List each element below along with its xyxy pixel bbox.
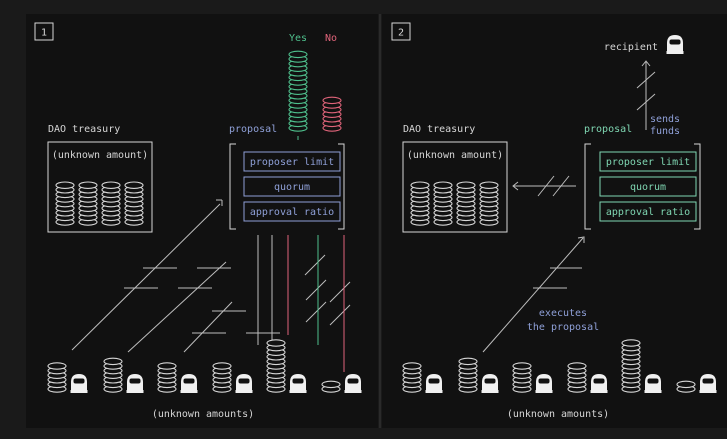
treasury-coin-stack bbox=[78, 181, 98, 226]
voter-coin-stack bbox=[266, 339, 286, 393]
vote-yes-label: Yes bbox=[289, 33, 307, 44]
voter-icon bbox=[644, 374, 662, 393]
sends-funds-label-line-2: funds bbox=[650, 126, 680, 137]
panel-1-number: 1 bbox=[41, 28, 47, 39]
treasury-coin-stack bbox=[101, 181, 121, 226]
dao-governance-diagram: 1 Yes No DAO treasury (unknown amount) p… bbox=[0, 0, 727, 435]
voter-icon bbox=[180, 374, 198, 393]
treasury-coin-stack bbox=[55, 181, 75, 226]
voter-icon bbox=[481, 374, 499, 393]
vote-no-label: No bbox=[325, 33, 337, 44]
voter-icon bbox=[344, 374, 362, 393]
voter-icon bbox=[699, 374, 717, 393]
panel-1-treasury-title: DAO treasury bbox=[48, 124, 120, 135]
voter-coin-stack bbox=[321, 380, 341, 393]
voter-icon bbox=[70, 374, 88, 393]
voter-coin-stack bbox=[402, 362, 422, 393]
panel-2-number: 2 bbox=[398, 28, 404, 39]
panel-2-treasury-amount: (unknown amount) bbox=[407, 150, 503, 161]
voter-icon bbox=[289, 374, 307, 393]
voter-icon bbox=[126, 374, 144, 393]
panel-1-approval-ratio: approval ratio bbox=[250, 207, 334, 218]
panel-2-proposal-title: proposal bbox=[584, 124, 632, 135]
voter-coin-stack bbox=[512, 362, 532, 393]
recipient-icon bbox=[666, 35, 684, 54]
executes-label-line-1: executes bbox=[539, 308, 587, 319]
treasury-coin-stack bbox=[456, 181, 476, 226]
treasury-coin-stack bbox=[124, 181, 144, 226]
voter-coin-stack bbox=[458, 357, 478, 393]
sends-funds-label-line-1: sends bbox=[650, 114, 680, 125]
panel-1-quorum: quorum bbox=[274, 182, 310, 193]
voter-coin-stack bbox=[47, 362, 67, 393]
panel-2-quorum: quorum bbox=[630, 182, 666, 193]
voter-coin-stack bbox=[212, 362, 232, 393]
no-vote-coin-stack bbox=[322, 96, 342, 132]
diagram-canvas: 1 Yes No DAO treasury (unknown amount) p… bbox=[26, 14, 727, 428]
panel-2-approval-ratio: approval ratio bbox=[606, 207, 690, 218]
panel-1-bottom-caption: (unknown amounts) bbox=[152, 409, 254, 420]
voter-icon bbox=[590, 374, 608, 393]
yes-coin-stack bbox=[288, 50, 308, 132]
panel-1-treasury-amount: (unknown amount) bbox=[52, 150, 148, 161]
voter-coin-stack bbox=[567, 362, 587, 393]
recipient-label: recipient bbox=[604, 42, 658, 53]
treasury-coin-stack bbox=[479, 181, 499, 226]
yes-vote-coin-stack bbox=[288, 50, 308, 132]
voter-coin-stack bbox=[676, 380, 696, 393]
voter-icon bbox=[235, 374, 253, 393]
panel-2-proposer-limit: proposer limit bbox=[606, 157, 690, 168]
voter-icon bbox=[425, 374, 443, 393]
panel-2-bottom-caption: (unknown amounts) bbox=[507, 409, 609, 420]
panel-1-proposal-title: proposal bbox=[229, 124, 277, 135]
panel-1-proposer-limit: proposer limit bbox=[250, 157, 334, 168]
treasury-coin-stack bbox=[433, 181, 453, 226]
voter-coin-stack bbox=[157, 362, 177, 393]
voter-coin-stack bbox=[621, 339, 641, 393]
no-coin-stack bbox=[322, 96, 342, 132]
voter-icon bbox=[535, 374, 553, 393]
voter-coin-stack bbox=[103, 357, 123, 393]
treasury-coin-stack bbox=[410, 181, 430, 226]
executes-label-line-2: the proposal bbox=[527, 322, 599, 333]
panel-2-treasury-title: DAO treasury bbox=[403, 124, 475, 135]
